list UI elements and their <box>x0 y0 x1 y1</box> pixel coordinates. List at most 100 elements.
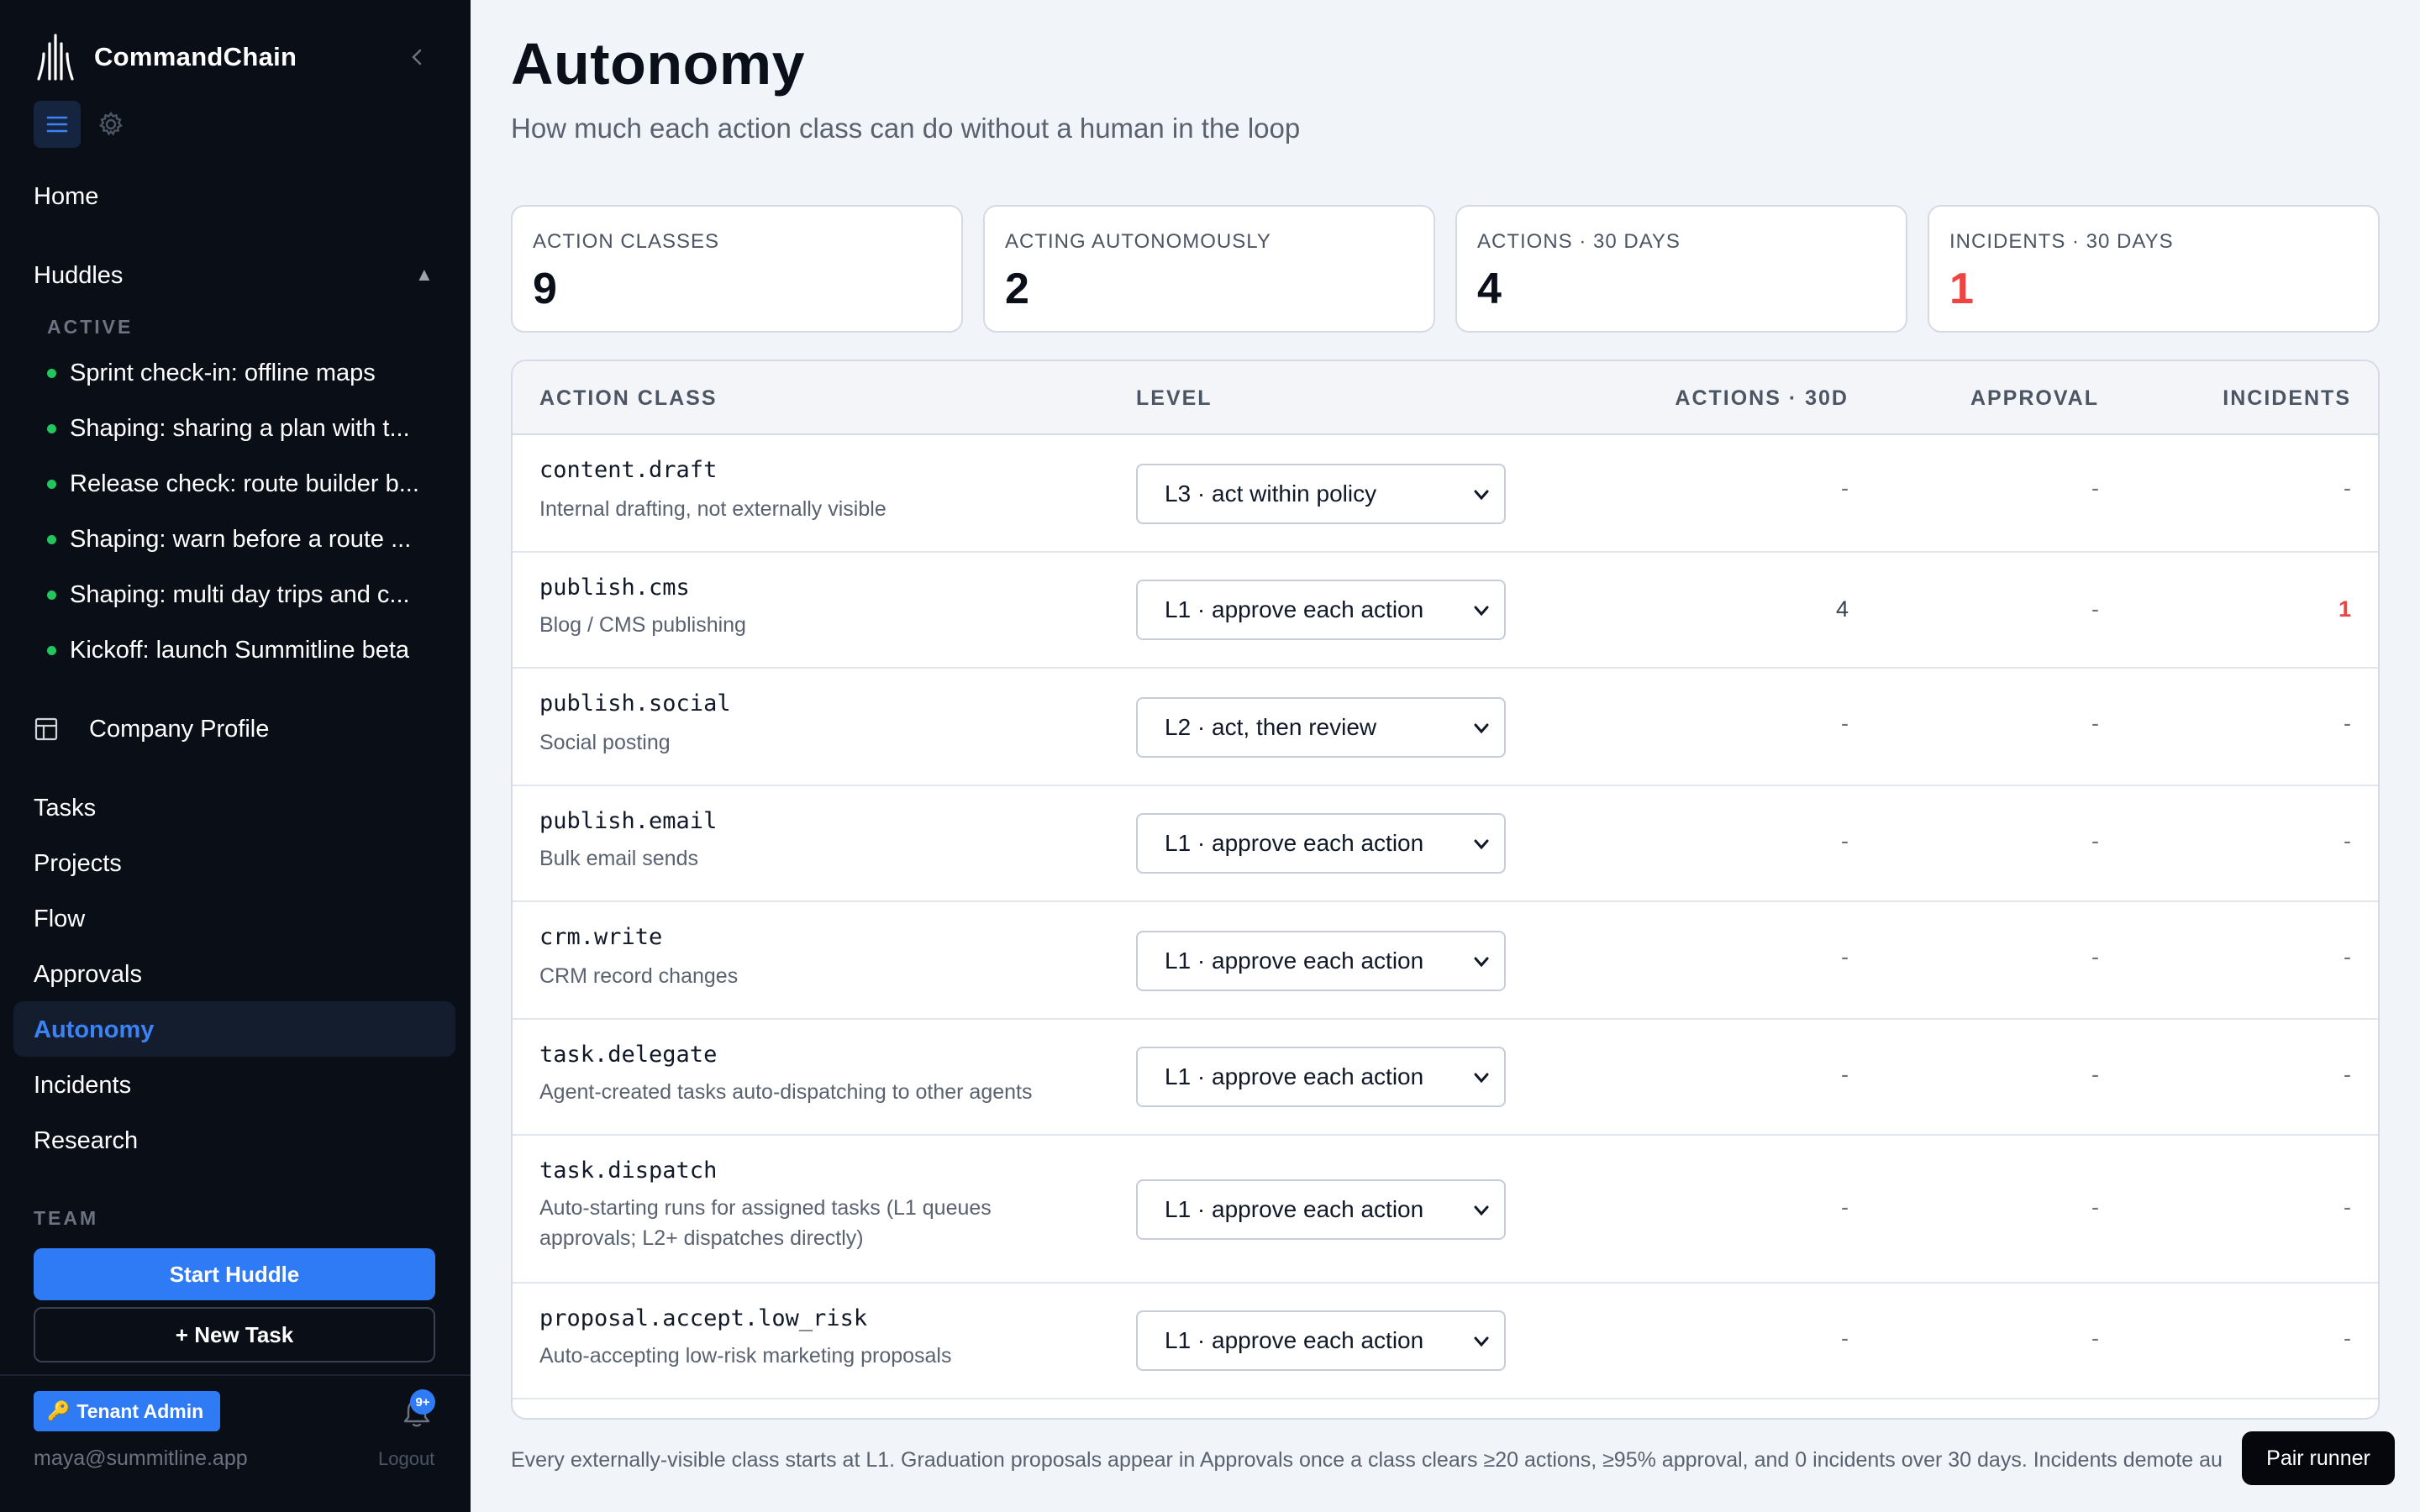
incidents-value: - <box>2344 1062 2351 1087</box>
nav-huddles[interactable]: Huddles <box>34 257 123 294</box>
column-header-level: LEVEL <box>1136 386 1213 410</box>
approval-value: - <box>2091 1062 2099 1087</box>
brand[interactable]: CommandChain <box>34 32 297 82</box>
huddle-item[interactable]: Shaping: multi day trips and c... <box>47 576 434 613</box>
nav-projects[interactable]: Projects <box>34 845 122 882</box>
level-select[interactable]: L1 · approve each action <box>1136 1310 1506 1371</box>
table-header: ACTION CLASS LEVEL ACTIONS · 30D APPROVA… <box>513 361 2378 435</box>
approval-value: - <box>2091 944 2099 969</box>
nav-research[interactable]: Research <box>34 1122 138 1159</box>
action-class-code: task.delegate <box>539 1042 718 1068</box>
level-select[interactable]: L1 · approve each action <box>1136 813 1506 874</box>
nav-incidents[interactable]: Incidents <box>34 1067 131 1104</box>
action-class-code: crm.write <box>539 924 663 950</box>
sidebar: CommandChain Home Huddles ▲ ACTIVE Sprin… <box>0 0 471 1512</box>
page-title: Autonomy <box>511 31 806 97</box>
stat-value: 9 <box>533 265 557 313</box>
huddle-item[interactable]: Kickoff: launch Summitline beta <box>47 632 434 669</box>
action-class-description: Auto-starting runs for assigned tasks (L… <box>539 1196 992 1250</box>
role-badge[interactable]: 🔑 Tenant Admin <box>34 1391 221 1431</box>
autonomy-table: ACTION CLASS LEVEL ACTIONS · 30D APPROVA… <box>511 360 2380 1420</box>
action-class-description: Blog / CMS publishing <box>539 613 746 637</box>
stat-card-acting-autonomously: ACTING AUTONOMOUSLY 2 <box>983 205 1435 333</box>
action-class-code: publish.cms <box>539 575 690 601</box>
pair-runner-button[interactable]: Pair runner <box>2242 1431 2395 1485</box>
action-class-description: CRM record changes <box>539 964 739 988</box>
actions-30d-value: - <box>1841 1326 1849 1351</box>
chevron-down-icon <box>1474 490 1489 501</box>
table-row: crm.write CRM record changes L1 · approv… <box>513 902 2378 1020</box>
team-label: TEAM <box>34 1207 99 1229</box>
approval-value: - <box>2091 475 2099 501</box>
nav-flow[interactable]: Flow <box>34 900 85 937</box>
level-select[interactable]: L2 · act, then review <box>1136 697 1506 758</box>
nav-company-profile[interactable]: Company Profile <box>34 711 269 748</box>
action-class-description: Social posting <box>539 731 671 754</box>
action-class-description: Internal drafting, not externally visibl… <box>539 497 886 521</box>
column-header-actions-30d: ACTIONS · 30D <box>1675 386 1849 410</box>
nav-home[interactable]: Home <box>34 178 98 215</box>
nav-approvals[interactable]: Approvals <box>34 956 142 993</box>
chevron-down-icon <box>1474 957 1489 968</box>
sidebar-collapse-button[interactable] <box>403 40 430 74</box>
huddle-item[interactable]: Shaping: sharing a plan with t... <box>47 410 434 447</box>
nav-autonomy[interactable]: Autonomy <box>34 1011 154 1048</box>
start-huddle-button[interactable]: Start Huddle <box>34 1248 435 1300</box>
stat-label: INCIDENTS · 30 DAYS <box>1949 230 2174 253</box>
chevron-left-icon <box>412 49 422 66</box>
role-badge-label: Tenant Admin <box>76 1399 204 1422</box>
actions-30d-value: - <box>1841 828 1849 853</box>
approval-value: - <box>2091 596 2099 622</box>
table-row: publish.social Social posting L2 · act, … <box>513 669 2378 786</box>
menu-icon <box>46 116 68 133</box>
huddle-item[interactable]: Shaping: warn before a route ... <box>47 521 434 558</box>
incidents-value: - <box>2344 1194 2351 1220</box>
approval-value: - <box>2091 1194 2099 1220</box>
huddles-collapse-toggle-icon[interactable]: ▲ <box>415 264 434 286</box>
stat-value: 4 <box>1477 265 1502 313</box>
user-email: maya@summitline.app <box>34 1446 248 1470</box>
actions-30d-value: 4 <box>1835 596 1849 622</box>
stat-card-action-classes: ACTION CLASSES 9 <box>511 205 963 333</box>
new-task-button[interactable]: + New Task <box>34 1307 435 1362</box>
column-header-incidents: INCIDENTS <box>2223 386 2351 410</box>
active-status-dot <box>47 423 56 433</box>
layout-icon <box>34 717 58 741</box>
level-select[interactable]: L1 · approve each action <box>1136 580 1506 640</box>
stat-label: ACTING AUTONOMOUSLY <box>1005 230 1271 253</box>
action-class-code: proposal.accept.low_risk <box>539 1305 868 1331</box>
actions-30d-value: - <box>1841 711 1849 736</box>
settings-button[interactable] <box>87 101 134 148</box>
huddle-item[interactable]: Release check: route builder b... <box>47 465 434 502</box>
page-subtitle: How much each action class can do withou… <box>511 113 1301 144</box>
notification-count-badge: 9+ <box>410 1389 435 1415</box>
approval-value: - <box>2091 1326 2099 1351</box>
level-select[interactable]: L1 · approve each action <box>1136 1179 1506 1240</box>
stat-label: ACTIONS · 30 DAYS <box>1477 230 1681 253</box>
actions-30d-value: - <box>1841 944 1849 969</box>
action-class-code: content.draft <box>539 457 718 483</box>
active-status-dot <box>47 479 56 489</box>
gear-icon <box>99 111 123 136</box>
huddles-active-label: ACTIVE <box>47 316 134 338</box>
graduation-policy-note: Every externally-visible class starts at… <box>511 1448 2223 1472</box>
key-icon: 🔑 <box>47 1400 71 1421</box>
column-header-approval: APPROVAL <box>1970 386 2099 410</box>
huddle-item[interactable]: Sprint check-in: offline maps <box>47 354 434 391</box>
stat-label: ACTION CLASSES <box>533 230 720 253</box>
action-class-description: Auto-accepting low-risk marketing propos… <box>539 1344 952 1368</box>
nav-tasks[interactable]: Tasks <box>34 790 96 827</box>
menu-button[interactable] <box>34 101 81 148</box>
sidebar-tool-row <box>34 101 134 148</box>
active-status-dot <box>47 590 56 600</box>
commandchain-logo-icon <box>37 34 74 81</box>
actions-30d-value: - <box>1841 475 1849 501</box>
incidents-value: - <box>2344 944 2351 969</box>
sidebar-divider <box>0 1374 471 1376</box>
level-select[interactable]: L1 · approve each action <box>1136 1047 1506 1107</box>
level-select[interactable]: L1 · approve each action <box>1136 931 1506 991</box>
logout-link[interactable]: Logout <box>378 1448 434 1470</box>
level-select[interactable]: L3 · act within policy <box>1136 464 1506 524</box>
approval-value: - <box>2091 711 2099 736</box>
actions-30d-value: - <box>1841 1062 1849 1087</box>
